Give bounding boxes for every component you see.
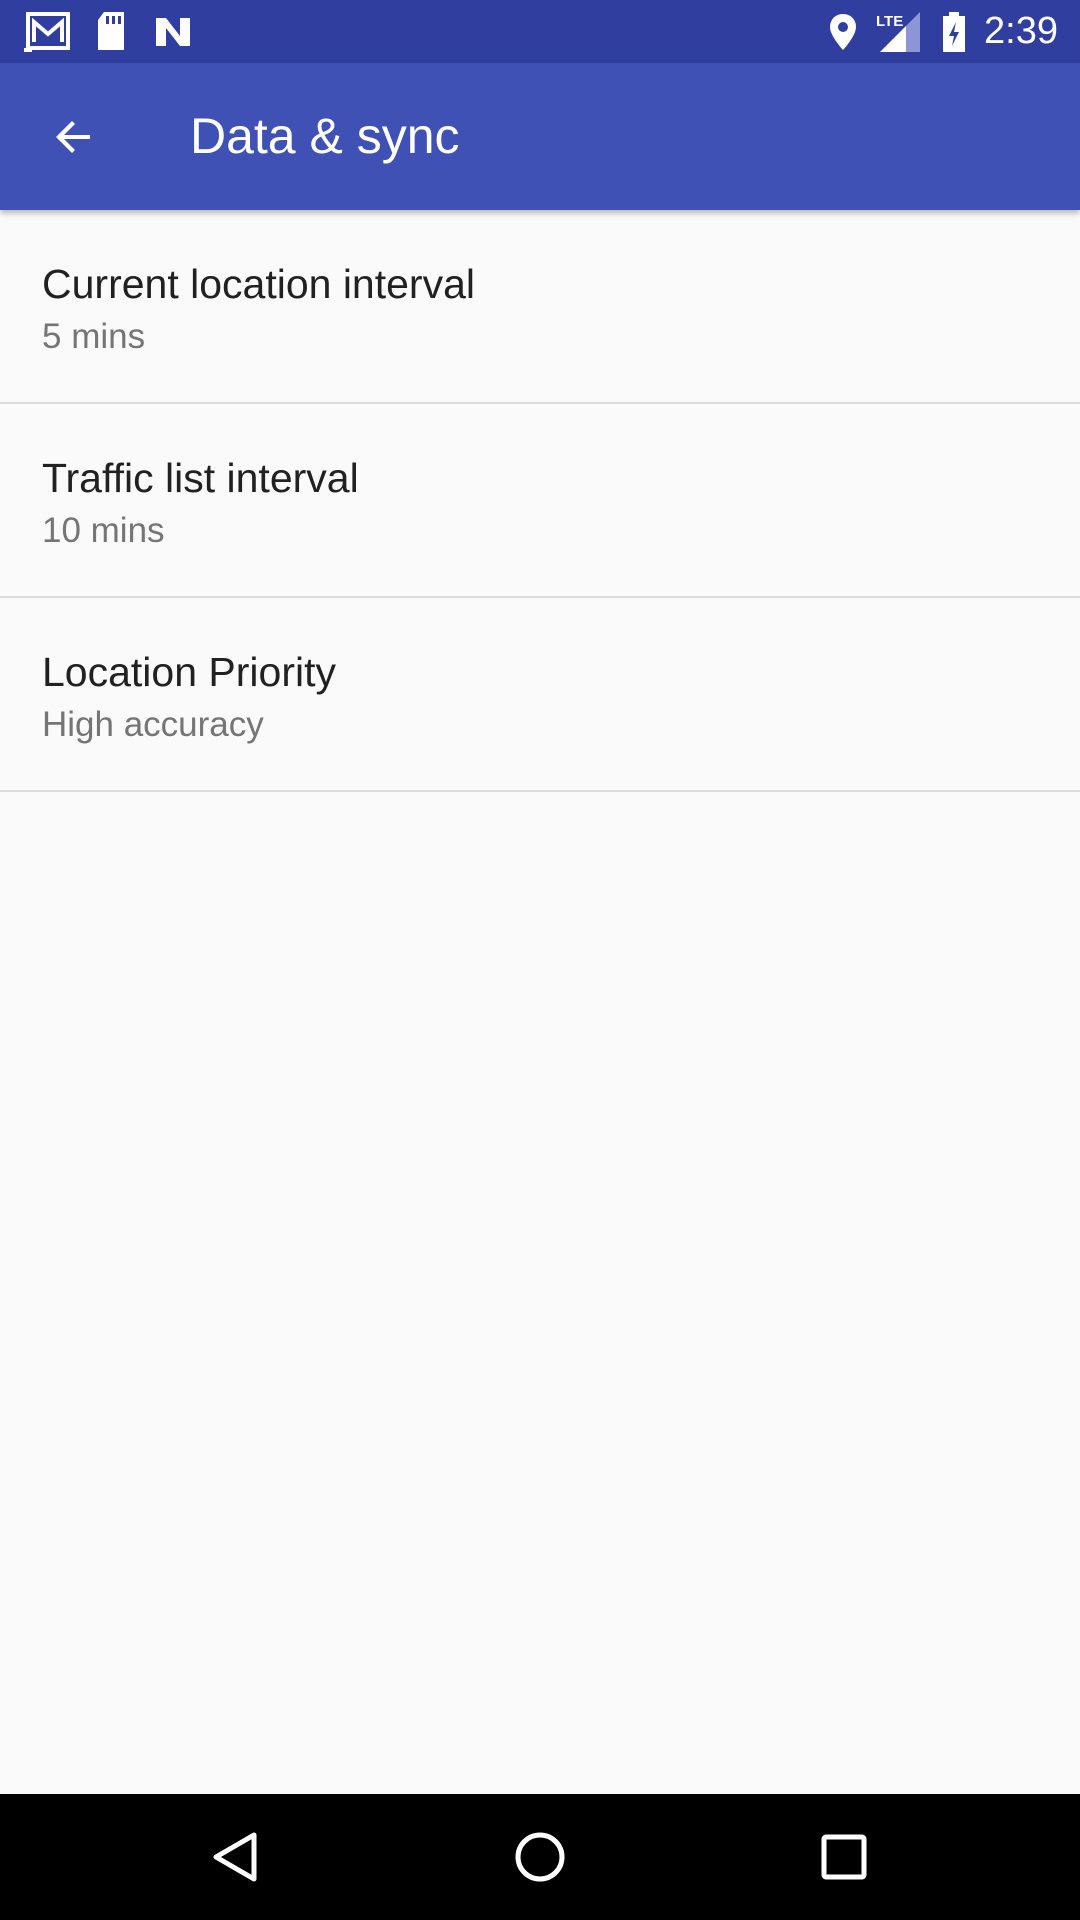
status-bar: LTE 2:39 xyxy=(0,0,1080,63)
page-title: Data & sync xyxy=(190,108,460,164)
pref-current-location-interval[interactable]: Current location interval 5 mins xyxy=(0,210,1080,404)
pref-summary: 10 mins xyxy=(42,511,165,550)
settings-list: Current location interval 5 mins Traffic… xyxy=(0,210,1080,792)
sd-card-icon xyxy=(98,12,124,50)
recents-nav-button[interactable] xyxy=(804,1817,884,1897)
app-bar: Data & sync xyxy=(0,63,1080,210)
pref-title: Location Priority xyxy=(42,649,336,695)
status-time: 2:39 xyxy=(984,10,1058,52)
home-nav-button[interactable] xyxy=(500,1817,580,1897)
pref-title: Traffic list interval xyxy=(42,455,359,501)
home-nav-icon xyxy=(515,1832,565,1882)
back-button[interactable] xyxy=(24,87,124,187)
pref-summary: High accuracy xyxy=(42,705,264,744)
gmail-icon xyxy=(24,12,70,52)
battery-icon xyxy=(943,12,965,52)
pref-location-priority[interactable]: Location Priority High accuracy xyxy=(0,598,1080,792)
pref-summary: 5 mins xyxy=(42,317,146,356)
pref-title: Current location interval xyxy=(42,261,475,307)
back-nav-button[interactable] xyxy=(196,1817,276,1897)
pref-traffic-list-interval[interactable]: Traffic list interval 10 mins xyxy=(0,404,1080,598)
network-type-label: LTE xyxy=(876,13,903,30)
back-nav-icon xyxy=(213,1832,257,1882)
recents-nav-icon xyxy=(821,1834,867,1880)
arrow-back-icon xyxy=(56,121,90,153)
n-icon xyxy=(156,18,190,46)
signal-icon: LTE xyxy=(876,12,920,52)
navigation-bar xyxy=(0,1794,1080,1920)
location-icon xyxy=(830,14,856,50)
